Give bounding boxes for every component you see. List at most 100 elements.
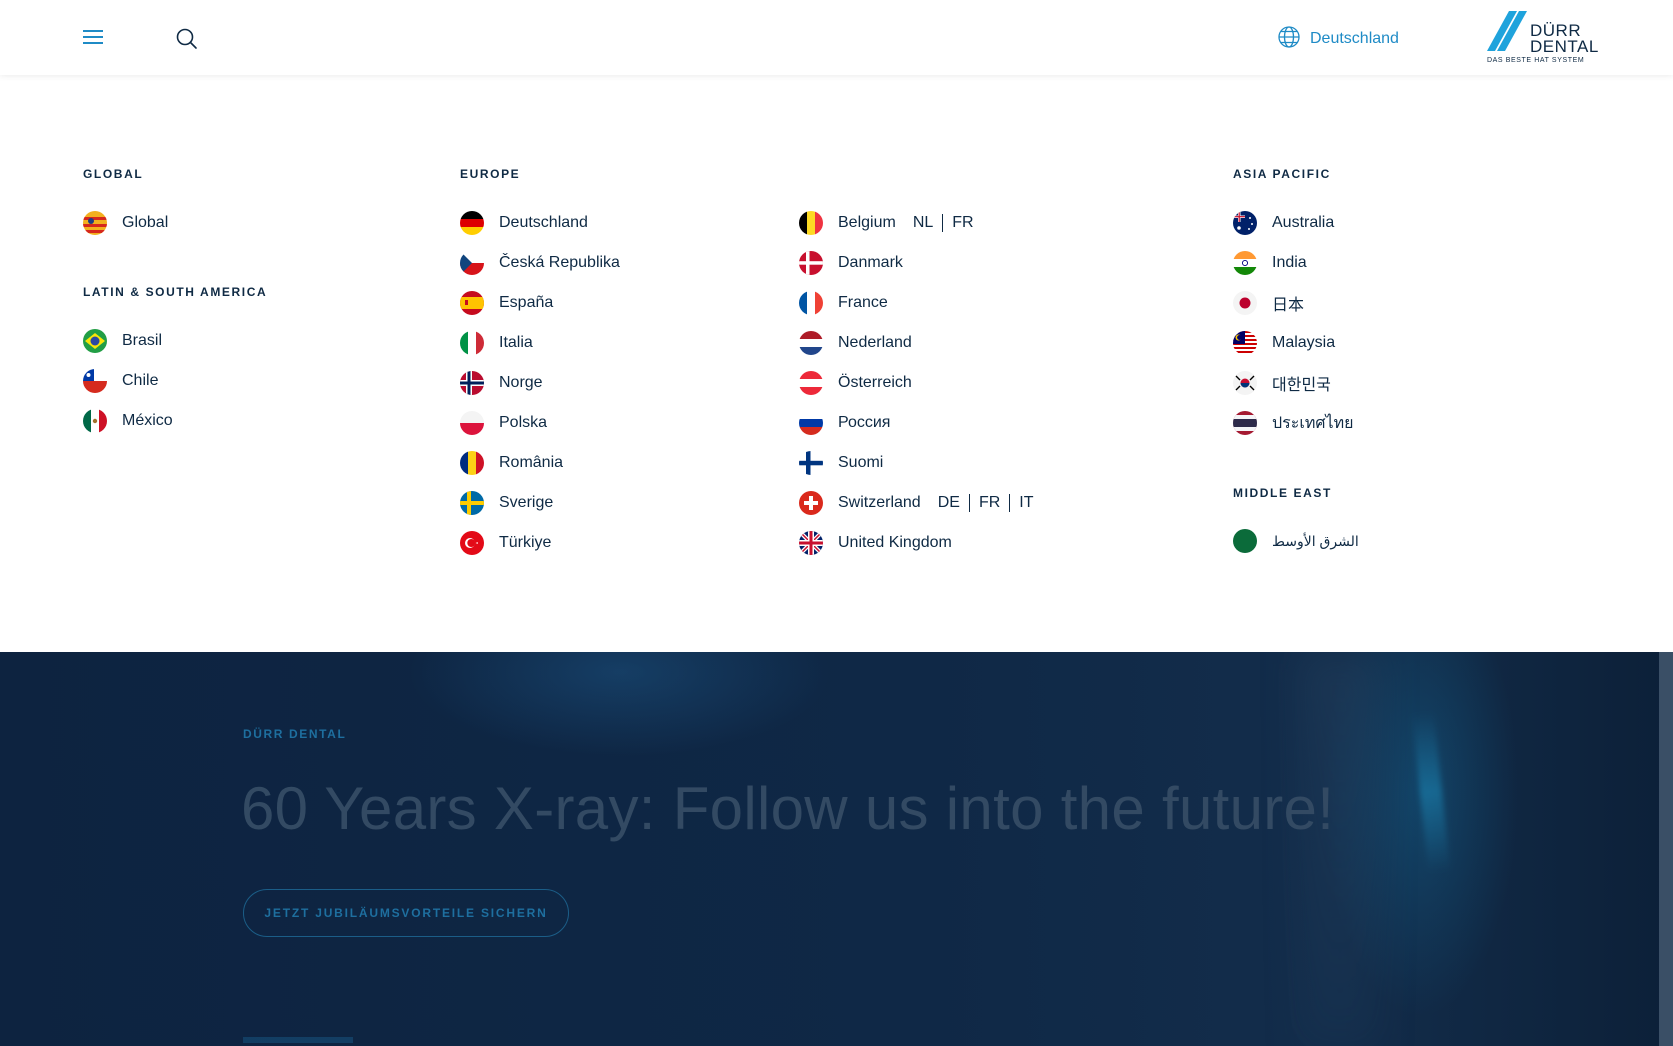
country-malaysia[interactable]: Malaysia: [1233, 330, 1335, 356]
country-nederland[interactable]: Nederland: [799, 330, 912, 356]
country-danmark[interactable]: Danmark: [799, 250, 903, 276]
country-osterreich[interactable]: Österreich: [799, 370, 912, 396]
country-name: 대한민국: [1272, 377, 1331, 394]
globe-icon: [1277, 25, 1301, 54]
country-name: Österreich: [838, 374, 912, 391]
country-czech-republic[interactable]: Česká Republika: [460, 250, 620, 276]
country-name: Polska: [499, 414, 548, 431]
country-name: Suomi: [838, 454, 884, 471]
language-selector[interactable]: Deutschland: [1277, 25, 1399, 54]
country-name: Deutschland: [499, 214, 588, 231]
country-name: España: [499, 294, 554, 311]
mexico-flag-icon: [83, 409, 107, 433]
country-name: Danmark: [838, 254, 903, 271]
heading-middle-east: MIDDLE EAST: [1233, 486, 1332, 500]
country-romania[interactable]: România: [460, 450, 563, 476]
country-norge[interactable]: Norge: [460, 370, 543, 396]
hamburger-icon[interactable]: [83, 28, 105, 46]
scrollbar[interactable]: [1659, 652, 1673, 1046]
heading-global: GLOBAL: [83, 167, 144, 181]
country-turkiye[interactable]: Türkiye: [460, 530, 551, 556]
country-korea[interactable]: 대한민국: [1233, 370, 1331, 396]
denmark-flag-icon: [799, 251, 823, 275]
country-russia[interactable]: Россия: [799, 410, 890, 436]
country-polska[interactable]: Polska: [460, 410, 547, 436]
country-middle-east[interactable]: الشرق الأوسط: [1233, 528, 1359, 554]
country-name: Chile: [122, 372, 159, 389]
country-name: Australia: [1272, 214, 1335, 231]
country-global[interactable]: Global: [83, 210, 168, 236]
south-korea-flag-icon: [1233, 371, 1257, 395]
country-switzerland: Switzerland DE FR IT: [799, 490, 1042, 516]
finland-flag-icon: [799, 451, 823, 475]
country-name: India: [1272, 254, 1307, 271]
australia-flag-icon: [1233, 211, 1257, 235]
country-name: Norge: [499, 374, 543, 391]
country-name: Switzerland: [838, 494, 921, 511]
country-name: Belgium: [838, 214, 896, 231]
malaysia-flag-icon: [1233, 331, 1257, 355]
country-name: ประเทศไทย: [1272, 414, 1354, 432]
country-thailand[interactable]: ประเทศไทย: [1233, 410, 1353, 436]
switzerland-fr-link[interactable]: FR: [968, 494, 1009, 512]
heading-europe: EUROPE: [460, 167, 521, 181]
switzerland-de-link[interactable]: DE: [936, 494, 969, 512]
country-name: Türkiye: [499, 534, 552, 551]
germany-flag-icon: [460, 211, 484, 235]
country-name: الشرق الأوسط: [1272, 532, 1359, 549]
country-united-kingdom[interactable]: United Kingdom: [799, 530, 952, 556]
turkey-flag-icon: [460, 531, 484, 555]
hero-cta-button[interactable]: JETZT JUBILÄUMSVORTEILE SICHERN: [243, 889, 569, 937]
country-deutschland[interactable]: Deutschland: [460, 210, 588, 236]
logo-slogan: DAS BESTE HAT SYSTEM: [1487, 57, 1585, 64]
country-name: Россия: [838, 414, 891, 431]
norway-flag-icon: [460, 371, 484, 395]
chile-flag-icon: [83, 369, 107, 393]
site-header: Deutschland DÜRR DENTAL DAS BESTE HAT SY…: [0, 0, 1673, 75]
uk-flag-icon: [799, 531, 823, 555]
country-belgium: Belgium NL FR: [799, 210, 983, 236]
heading-asia-pacific: ASIA PACIFIC: [1233, 167, 1331, 181]
switzerland-it-link[interactable]: IT: [1009, 494, 1042, 512]
brazil-flag-icon: [83, 329, 107, 353]
duerr-dental-logo[interactable]: DÜRR DENTAL DAS BESTE HAT SYSTEM: [1487, 11, 1598, 67]
hero-background-light: [1411, 711, 1451, 873]
belgium-language-links: NL FR: [911, 214, 983, 232]
poland-flag-icon: [460, 411, 484, 435]
search-icon[interactable]: [175, 27, 199, 51]
logo-line2: DENTAL: [1530, 37, 1599, 56]
hero-title: 60 Years X-ray: Follow us into the futur…: [241, 775, 1335, 842]
country-name: Italia: [499, 334, 533, 351]
japan-flag-icon: [1233, 291, 1257, 315]
belgium-flag-icon: [799, 211, 823, 235]
country-espana[interactable]: España: [460, 290, 553, 316]
hero-cta-label: JETZT JUBILÄUMSVORTEILE SICHERN: [264, 906, 548, 920]
hero-next-section-hint: [243, 1037, 353, 1043]
country-name: Sverige: [499, 494, 554, 511]
country-name: Česká Republika: [499, 254, 620, 271]
country-brasil[interactable]: Brasil: [83, 328, 162, 354]
switzerland-flag-icon: [799, 491, 823, 515]
country-name: México: [122, 412, 173, 429]
country-selector-panel: GLOBAL Global LATIN & SOUTH AMERICA Bras…: [0, 75, 1673, 652]
country-mexico[interactable]: México: [83, 408, 173, 434]
switzerland-language-links: DE FR IT: [936, 494, 1043, 512]
belgium-nl-link[interactable]: NL: [911, 214, 942, 232]
country-italia[interactable]: Italia: [460, 330, 533, 356]
country-india[interactable]: India: [1233, 250, 1307, 276]
country-sverige[interactable]: Sverige: [460, 490, 553, 516]
country-france[interactable]: France: [799, 290, 888, 316]
sweden-flag-icon: [460, 491, 484, 515]
belgium-fr-link[interactable]: FR: [942, 214, 982, 232]
country-japan[interactable]: 日本: [1233, 290, 1304, 316]
heading-latam: LATIN & SOUTH AMERICA: [83, 285, 268, 299]
country-name: România: [499, 454, 564, 471]
country-name: France: [838, 294, 888, 311]
hero-background-blur: [1300, 652, 1380, 1046]
country-suomi[interactable]: Suomi: [799, 450, 883, 476]
france-flag-icon: [799, 291, 823, 315]
country-chile[interactable]: Chile: [83, 368, 158, 394]
country-name: Malaysia: [1272, 334, 1336, 351]
country-name: Nederland: [838, 334, 912, 351]
country-australia[interactable]: Australia: [1233, 210, 1334, 236]
